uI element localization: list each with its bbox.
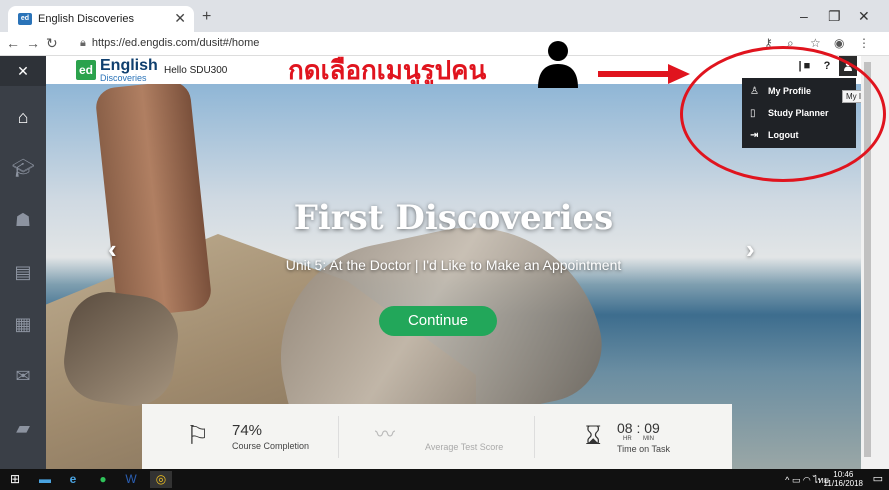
browser-menu-icon[interactable]: ⋮ [858,36,870,50]
stat-average-test-score: 〰 Average Test Score [339,404,534,469]
forward-icon[interactable]: → [26,35,40,51]
stat-course-completion: ⚐ 74% Course Completion [142,404,337,469]
logo-mark: ed [76,60,96,80]
pulse-icon: 〰 [375,424,395,446]
sidebar-close-icon[interactable]: ✕ [0,56,46,86]
completion-value: 74% [232,422,263,439]
line-icon[interactable]: ● [92,471,114,488]
time-hr-label: HR [623,436,632,442]
sidebar-messages-icon[interactable]: ✉ [0,350,46,402]
new-tab-button[interactable]: + [202,8,211,26]
time-label: Time on Task [617,444,671,454]
continue-button[interactable]: Continue [379,306,497,336]
browser-tab-bar: ed English Discoveries ✕ + – ❐ ✕ [0,0,889,32]
sidebar-assignments-icon[interactable]: ▤ [0,246,46,298]
clock-time: 10:46 [833,470,854,479]
reload-icon[interactable]: ↻ [46,35,58,52]
profile-avatar-icon[interactable]: ◉ [834,36,844,50]
edge-icon[interactable]: e [62,471,84,488]
annotation-person-icon [538,41,578,88]
sidebar: ✕ ⌂ 🎓︎ ☗ ▤ ▦ ✉ ▰ [0,56,46,469]
sidebar-home-icon[interactable]: ⌂ [0,91,46,143]
chrome-icon[interactable]: ◎ [150,471,172,488]
stat-time-on-task: ⌛︎ 08 : 09 HR MIN Time on Task [535,404,732,469]
window-close-button[interactable]: ✕ [858,8,870,25]
windows-taskbar: ⊞ ▬ e ● W ◎ ^ ▭ ◠ ไทย 10:46 11/16/2018 ▭ [0,469,889,490]
tab-close-icon[interactable]: ✕ [174,10,186,27]
taskbar-clock[interactable]: 10:46 11/16/2018 [824,470,863,488]
url-field[interactable]: 🔒︎ https://ed.engdis.com/dusit#/home [80,37,259,50]
favicon-icon: ed [18,13,32,25]
clock-date: 11/16/2018 [823,479,863,488]
browser-tab[interactable]: ed English Discoveries ✕ [8,6,194,32]
maximize-button[interactable]: ❐ [828,8,841,25]
word-icon[interactable]: W [120,471,142,488]
flag-icon: ⚐ [186,420,210,450]
sidebar-tests-icon[interactable]: ▦ [0,298,46,350]
tab-title: English Discoveries [38,13,134,25]
hourglass-icon: ⌛︎ [585,420,602,450]
sidebar-library-icon[interactable]: ▰ [0,402,46,454]
time-value: 08 : 09 [617,420,660,436]
completion-label: Course Completion [232,441,310,451]
system-tray[interactable]: ^ ▭ ◠ ไทย [785,473,829,487]
logo-subtext: Discoveries [100,73,147,83]
sidebar-community-icon[interactable]: ☗ [0,194,46,246]
stats-panel: ⚐ 74% Course Completion 〰 Average Test S… [142,404,732,469]
greeting: Hello SDU300 [164,65,228,76]
annotation-arrow-icon [598,64,690,84]
time-min-label: MIN [643,436,654,442]
test-label: Average Test Score [425,442,504,452]
annotation-text: กดเลือกเมนูรูปคน [288,56,487,86]
windows-start-icon[interactable]: ⊞ [4,471,26,488]
minimize-button[interactable]: – [800,8,808,24]
back-icon[interactable]: ← [6,35,20,51]
notification-icon[interactable]: ▭ [873,472,883,485]
lock-icon: 🔒︎ [80,37,86,49]
hero-title: First Discoveries [293,198,614,238]
sidebar-course-icon[interactable]: 🎓︎ [0,142,46,194]
hero-subtitle: Unit 5: At the Doctor | I'd Like to Make… [285,257,622,273]
url-text: https://ed.engdis.com/dusit#/home [91,37,260,49]
file-explorer-icon[interactable]: ▬ [34,471,56,488]
annotation-circle [680,46,886,182]
